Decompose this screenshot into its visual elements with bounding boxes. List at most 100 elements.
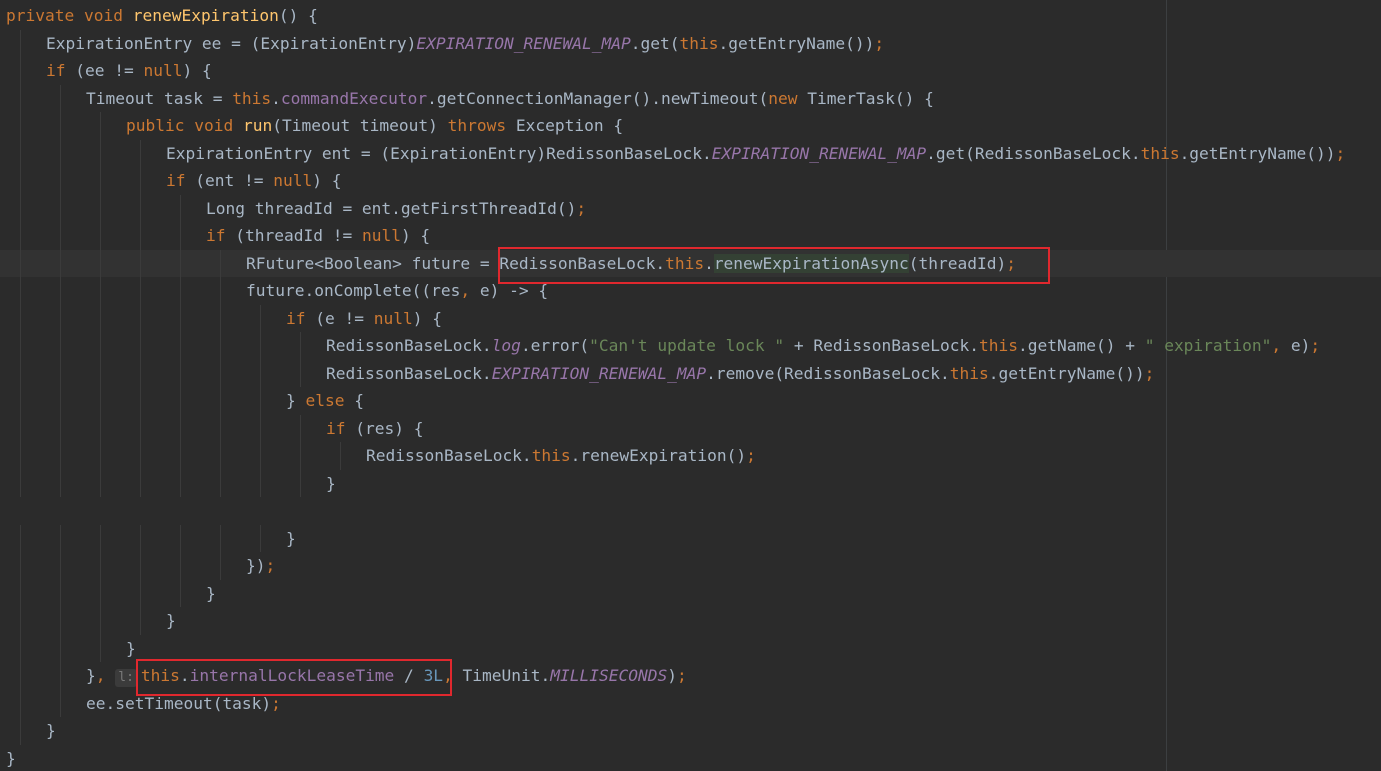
indent-guide: [140, 194, 141, 222]
indent-guide: [220, 304, 221, 332]
code-line[interactable]: if (ent != null) {: [6, 167, 1345, 195]
code-token: }: [46, 721, 56, 740]
code-line[interactable]: }, l: this.internalLockLeaseTime / 3L, Ti…: [6, 662, 1345, 690]
code-line[interactable]: if (res) {: [6, 414, 1345, 442]
code-token: RedissonBaseLock.: [326, 363, 492, 383]
indent-guide: [100, 167, 101, 195]
indent-guide: [100, 387, 101, 415]
code-line[interactable]: if (e != null) {: [6, 304, 1345, 332]
indent-guide: [300, 414, 301, 442]
code-token: (ee !=: [65, 61, 144, 80]
code-line-content: }: [6, 749, 16, 768]
code-line[interactable]: Long threadId = ent.getFirstThreadId();: [6, 194, 1345, 222]
code-token: this: [1140, 143, 1180, 163]
indent-guide: [20, 112, 21, 140]
indent-guide: [100, 552, 101, 580]
indent-guide: [100, 304, 101, 332]
code-token: internalLockLeaseTime: [189, 666, 395, 685]
code-line[interactable]: [6, 497, 1345, 525]
code-line[interactable]: }: [6, 745, 1345, 771]
indent-guide: [140, 469, 141, 497]
code-token: }: [126, 638, 136, 658]
code-token: ExpirationEntry ent = (ExpirationEntry)R…: [166, 143, 712, 163]
code-token: if: [46, 61, 66, 80]
code-line[interactable]: RedissonBaseLock.log.error("Can't update…: [6, 332, 1345, 360]
code-line-content: RedissonBaseLock.log.error("Can't update…: [326, 336, 1320, 355]
indent-guide: [300, 359, 301, 387]
indent-guide: [100, 607, 101, 635]
code-line[interactable]: } else {: [6, 387, 1345, 415]
code-line[interactable]: }: [6, 717, 1345, 745]
code-token: this: [679, 33, 719, 53]
code-token: ) {: [400, 226, 431, 245]
indent-guide: [20, 277, 21, 305]
indent-guide: [60, 524, 61, 552]
code-token: ,: [460, 281, 471, 300]
code-line-content: if (ent != null) {: [166, 171, 341, 190]
indent-guide: [220, 359, 221, 387]
indent-guide: [140, 167, 141, 195]
code-token: ,: [95, 666, 106, 685]
parameter-hint: l:: [115, 669, 137, 687]
indent-guide: [140, 579, 141, 607]
code-token: else: [305, 391, 345, 410]
code-token: throws: [447, 116, 507, 135]
code-line[interactable]: private void renewExpiration() {: [6, 2, 1345, 30]
code-line-content: }: [206, 584, 216, 603]
code-token: /: [394, 666, 424, 685]
code-line[interactable]: }: [6, 469, 1345, 497]
code-token: ) {: [412, 308, 442, 328]
code-line-content: if (e != null) {: [286, 309, 442, 328]
code-line[interactable]: ee.setTimeout(task);: [6, 689, 1345, 717]
indent-guide: [140, 332, 141, 360]
code-area[interactable]: private void renewExpiration() {Expirati…: [6, 2, 1345, 771]
code-token: (threadId): [908, 253, 1007, 273]
code-token: ) {: [312, 171, 342, 190]
code-line[interactable]: if (ee != null) {: [6, 57, 1345, 85]
code-line[interactable]: Timeout task = this.commandExecutor.getC…: [6, 84, 1345, 112]
indent-guide: [20, 57, 21, 85]
code-line[interactable]: });: [6, 552, 1345, 580]
indent-guide: [20, 442, 21, 470]
code-line-content: public void run(Timeout timeout) throws …: [126, 116, 623, 135]
indent-guide: [60, 662, 61, 690]
indent-guide: [260, 442, 261, 470]
code-line[interactable]: }: [6, 579, 1345, 607]
code-line[interactable]: if (threadId != null) {: [6, 222, 1345, 250]
code-token: .getName() +: [1018, 336, 1145, 355]
code-token: }: [326, 473, 336, 493]
code-line[interactable]: }: [6, 634, 1345, 662]
code-token: this: [531, 446, 571, 465]
code-token: e): [1281, 336, 1311, 355]
indent-guide: [60, 552, 61, 580]
indent-guide: [100, 524, 101, 552]
code-token: renewExpiration: [132, 6, 279, 25]
indent-guide: [100, 579, 101, 607]
code-token: .getEntryName()): [988, 363, 1145, 383]
indent-guide: [60, 249, 61, 277]
code-editor[interactable]: private void renewExpiration() {Expirati…: [0, 0, 1381, 771]
indent-guide: [220, 469, 221, 497]
code-line[interactable]: public void run(Timeout timeout) throws …: [6, 112, 1345, 140]
indent-guide: [340, 442, 341, 470]
code-line[interactable]: future.onComplete((res, e) -> {: [6, 277, 1345, 305]
indent-guide: [220, 524, 221, 552]
code-line[interactable]: ExpirationEntry ent = (ExpirationEntry)R…: [6, 139, 1345, 167]
code-line[interactable]: RedissonBaseLock.this.renewExpiration();: [6, 442, 1345, 470]
indent-guide: [60, 634, 61, 662]
code-line[interactable]: RFuture<Boolean> future = RedissonBaseLo…: [6, 249, 1345, 277]
code-line-content: if (res) {: [326, 419, 423, 438]
indent-guide: [140, 524, 141, 552]
code-line[interactable]: }: [6, 524, 1345, 552]
code-token: }: [286, 528, 296, 548]
indent-guide: [140, 277, 141, 305]
indent-guide: [220, 249, 221, 277]
indent-guide: [140, 249, 141, 277]
code-line[interactable]: RedissonBaseLock.EXPIRATION_RENEWAL_MAP.…: [6, 359, 1345, 387]
code-token: .getEntryName()): [1179, 143, 1336, 163]
indent-guide: [180, 304, 181, 332]
code-line[interactable]: }: [6, 607, 1345, 635]
indent-guide: [260, 359, 261, 387]
code-line[interactable]: ExpirationEntry ee = (ExpirationEntry)EX…: [6, 29, 1345, 57]
